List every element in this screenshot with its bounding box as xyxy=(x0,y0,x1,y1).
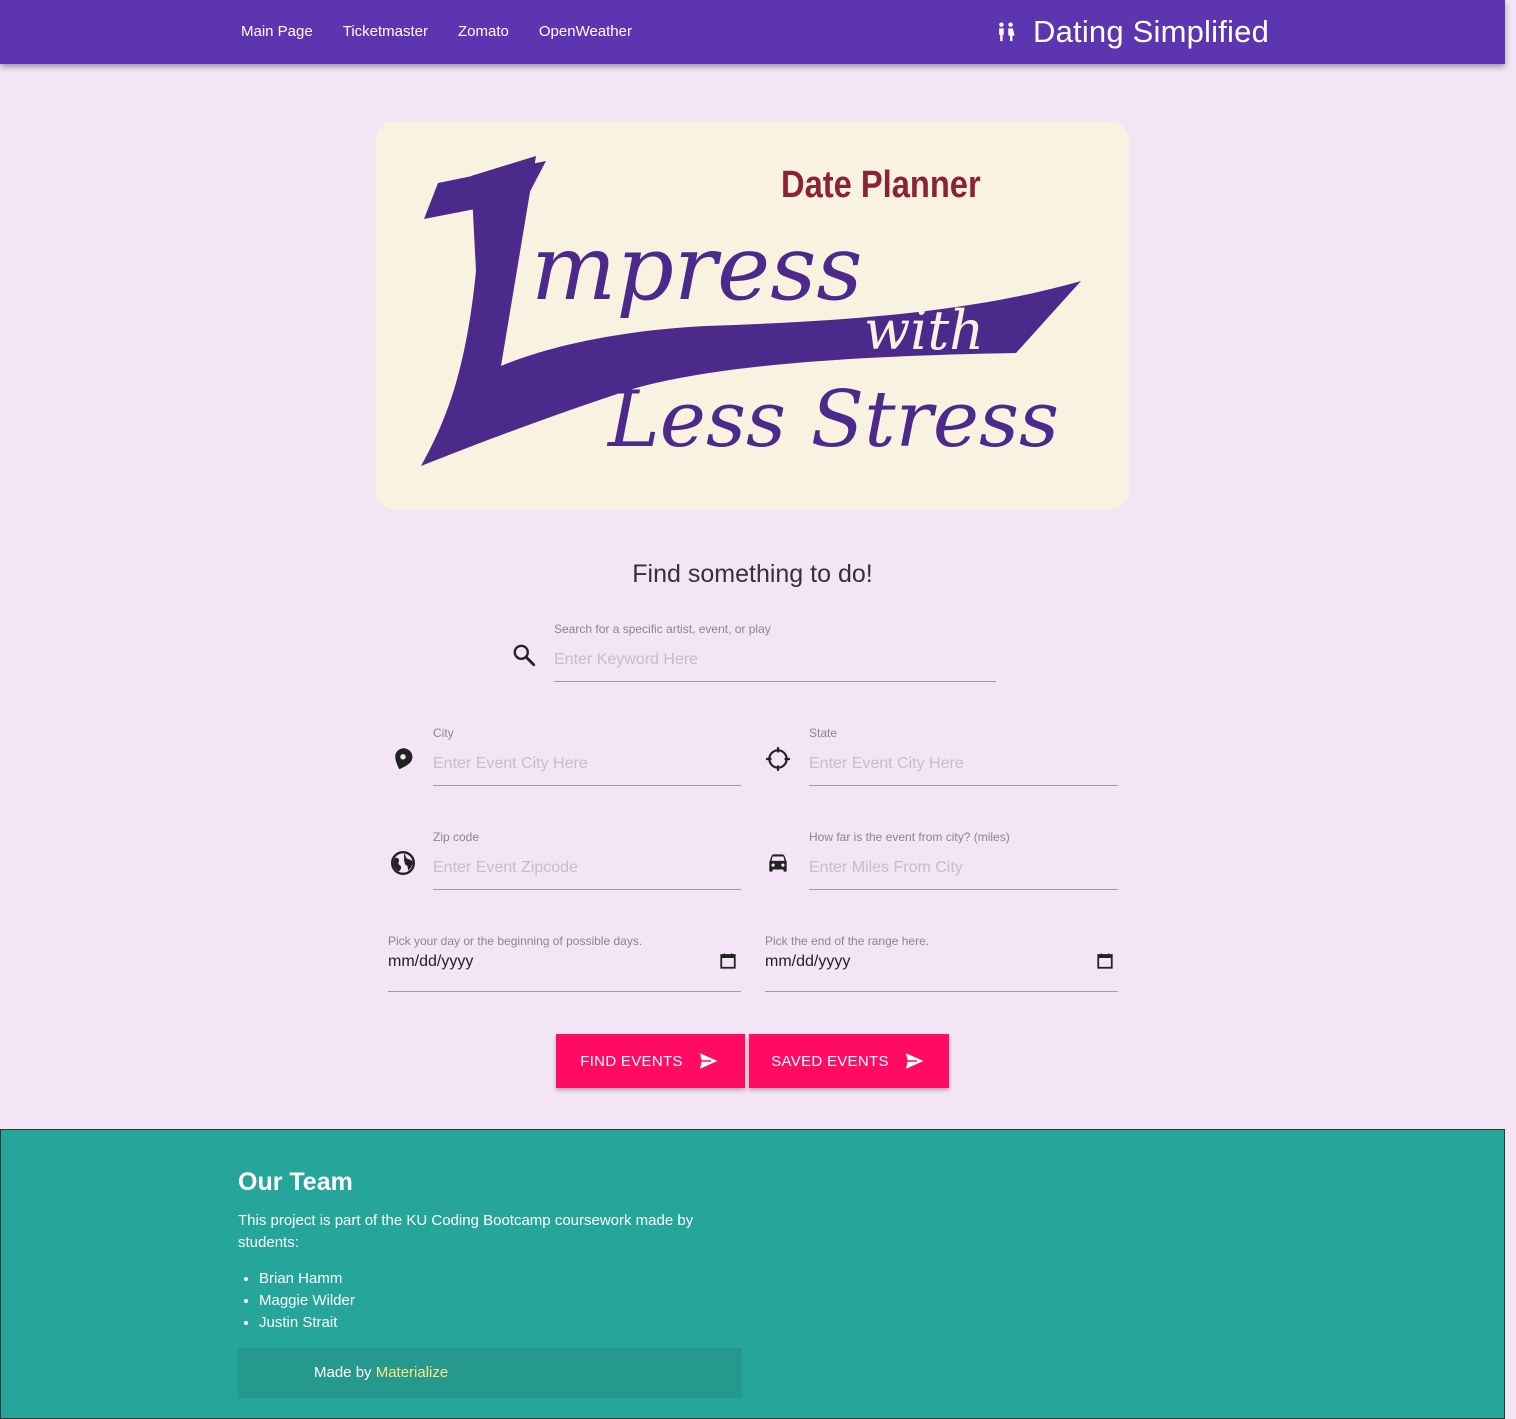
start-date-input[interactable]: mm/dd/yyyy xyxy=(388,948,741,992)
end-date-label: Pick the end of the range here. xyxy=(765,934,930,948)
saved-events-button[interactable]: SAVED EVENTS xyxy=(749,1034,949,1088)
end-date-input[interactable]: mm/dd/yyyy xyxy=(765,948,1118,992)
city-input[interactable] xyxy=(433,742,741,786)
navbar: Main Page Ticketmaster Zomato OpenWeathe… xyxy=(0,0,1505,64)
state-input[interactable] xyxy=(809,742,1118,786)
miles-input[interactable] xyxy=(809,846,1118,890)
nav-link-ticketmaster[interactable]: Ticketmaster xyxy=(328,0,443,64)
brand-logo[interactable]: Dating Simplified xyxy=(995,0,1269,64)
keyword-field: Search for a specific artist, event, or … xyxy=(554,622,996,682)
team-list: Brian Hamm Maggie Wilder Justin Strait xyxy=(259,1268,355,1334)
footer-description: This project is part of the KU Coding Bo… xyxy=(238,1212,694,1251)
calendar-icon[interactable] xyxy=(1096,952,1114,970)
find-events-button[interactable]: FIND EVENTS xyxy=(556,1034,745,1088)
end-date-field: Pick the end of the range here. mm/dd/yy… xyxy=(765,934,1118,994)
zip-label: Zip code xyxy=(433,830,480,844)
state-field: State xyxy=(809,726,1118,786)
zip-field: Zip code xyxy=(433,830,741,890)
crosshair-icon xyxy=(766,747,790,771)
start-date-field: Pick your day or the beginning of possib… xyxy=(388,934,741,994)
hero-logo-image: Date Planner mpress with Less Stress xyxy=(376,121,1129,510)
nav-link-openweather[interactable]: OpenWeather xyxy=(524,0,647,64)
hero-banner: Date Planner mpress with Less Stress xyxy=(376,121,1129,510)
globe-icon xyxy=(390,850,416,876)
end-date-value: mm/dd/yyyy xyxy=(765,953,851,970)
car-icon xyxy=(769,854,787,872)
nav-link-main-page[interactable]: Main Page xyxy=(226,0,328,64)
state-label: State xyxy=(809,726,838,740)
zip-input[interactable] xyxy=(433,846,741,890)
map-pin-icon xyxy=(395,748,413,770)
list-item: Justin Strait xyxy=(259,1312,355,1334)
keyword-label: Search for a specific artist, event, or … xyxy=(554,622,771,636)
find-events-label: FIND EVENTS xyxy=(580,1052,683,1070)
materialize-link[interactable]: Materialize xyxy=(376,1364,449,1381)
footer: Our Team This project is part of the KU … xyxy=(0,1129,1505,1419)
search-title: Find something to do! xyxy=(632,560,873,588)
miles-field: How far is the event from city? (miles) xyxy=(809,830,1118,890)
hero-line1: mpress xyxy=(531,216,863,321)
saved-events-label: SAVED EVENTS xyxy=(771,1052,889,1070)
send-icon xyxy=(697,1050,721,1072)
footer-title: Our Team xyxy=(238,1168,353,1196)
hero-line3: Less Stress xyxy=(606,375,1059,465)
hero-line2: with xyxy=(864,299,984,362)
send-icon xyxy=(903,1050,927,1072)
city-label: City xyxy=(433,726,454,740)
hero-subtitle: Date Planner xyxy=(781,163,981,206)
people-icon xyxy=(999,22,1015,42)
footer-copyright: Made by Materialize xyxy=(238,1348,742,1398)
city-field: City xyxy=(433,726,741,786)
start-date-label: Pick your day or the beginning of possib… xyxy=(388,934,643,948)
calendar-icon[interactable] xyxy=(719,952,737,970)
list-item: Brian Hamm xyxy=(259,1268,355,1290)
start-date-value: mm/dd/yyyy xyxy=(388,953,474,970)
nav-links: Main Page Ticketmaster Zomato OpenWeathe… xyxy=(226,0,647,64)
list-item: Maggie Wilder xyxy=(259,1290,355,1312)
search-icon xyxy=(513,644,536,667)
miles-label: How far is the event from city? (miles) xyxy=(809,830,1010,844)
keyword-input[interactable] xyxy=(554,638,996,682)
made-by-text: Made by xyxy=(314,1364,376,1381)
brand-title: Dating Simplified xyxy=(1033,14,1270,49)
nav-link-zomato[interactable]: Zomato xyxy=(443,0,524,64)
